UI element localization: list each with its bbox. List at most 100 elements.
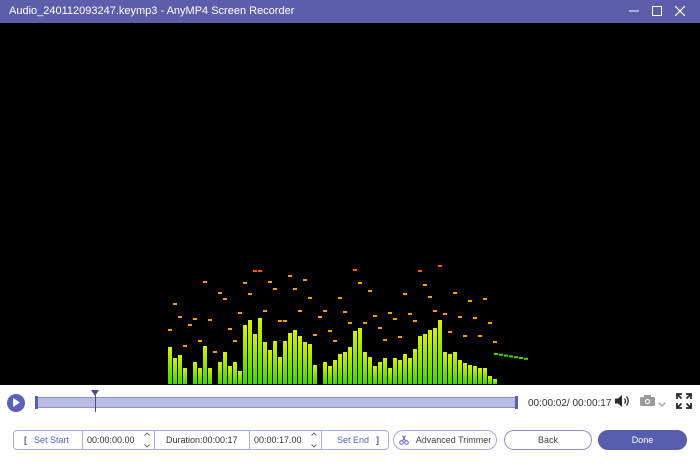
peak-marker <box>363 322 367 324</box>
end-time-stepper[interactable] <box>310 432 318 448</box>
level-bar <box>203 346 207 384</box>
level-bar <box>293 330 297 384</box>
level-bar <box>338 354 342 384</box>
peak-marker <box>218 292 222 294</box>
level-bar <box>218 362 222 384</box>
divider <box>82 431 83 449</box>
peak-marker <box>499 353 503 356</box>
level-bar <box>418 336 422 384</box>
level-bar <box>288 333 292 384</box>
play-button[interactable] <box>7 394 25 412</box>
peak-marker <box>368 290 372 292</box>
peak-marker <box>173 303 177 305</box>
level-bar <box>423 334 427 384</box>
level-bar <box>323 362 327 384</box>
level-bar <box>278 357 282 384</box>
peak-marker <box>243 282 247 284</box>
fullscreen-button[interactable] <box>675 392 693 412</box>
chevron-down-icon <box>658 394 666 412</box>
peak-marker <box>183 345 187 347</box>
peak-marker <box>463 335 467 337</box>
window-title: Audio_240112093247.keymp3 - AnyMP4 Scree… <box>9 5 295 17</box>
snapshot-options-dropdown[interactable] <box>657 397 667 409</box>
level-bar <box>298 336 302 384</box>
peak-marker <box>483 298 487 300</box>
peak-marker <box>203 281 207 283</box>
peak-marker <box>468 300 472 302</box>
trim-end-handle[interactable] <box>515 396 518 409</box>
level-bar <box>328 366 332 384</box>
play-icon <box>12 394 20 412</box>
advanced-trimmer-button[interactable]: Advanced Trimmer <box>393 430 497 450</box>
peak-marker <box>423 284 427 286</box>
peak-marker <box>448 331 452 333</box>
end-time-input[interactable] <box>252 432 314 448</box>
timeline-track[interactable] <box>35 396 518 409</box>
level-bar <box>363 352 367 384</box>
peak-marker <box>308 297 312 299</box>
level-bar <box>393 358 397 384</box>
done-button[interactable]: Done <box>598 430 687 450</box>
level-bar <box>398 360 402 384</box>
peak-marker <box>443 313 447 315</box>
peak-marker <box>524 357 528 360</box>
clip-range-group: [ Set Start Duration:00:00:17 Set End ] <box>13 430 389 450</box>
volume-button[interactable] <box>613 394 631 411</box>
level-bar <box>223 352 227 384</box>
level-bar <box>233 362 237 384</box>
level-bar <box>173 358 177 384</box>
level-bar <box>478 368 482 384</box>
start-time-input[interactable] <box>85 432 147 448</box>
peak-marker <box>228 328 232 330</box>
peak-marker <box>258 270 262 272</box>
level-bar <box>373 366 377 384</box>
peak-marker <box>233 340 237 342</box>
peak-marker <box>168 329 172 331</box>
level-bar <box>343 352 347 384</box>
level-bar <box>358 328 362 384</box>
level-bar <box>238 371 242 384</box>
divider <box>321 431 322 449</box>
level-bar <box>303 342 307 384</box>
level-bar <box>483 368 487 384</box>
camera-icon <box>639 394 656 412</box>
level-bar <box>198 368 202 384</box>
trim-row: [ Set Start Duration:00:00:17 Set End ] <box>0 430 700 452</box>
snapshot-button[interactable] <box>638 395 657 411</box>
peak-marker <box>413 320 417 322</box>
advanced-trimmer-label: Advanced Trimmer <box>415 435 492 445</box>
level-bar <box>458 360 462 384</box>
peak-marker <box>433 310 437 312</box>
duration-display: Duration:00:00:17 <box>166 435 238 445</box>
peak-marker <box>438 265 442 267</box>
level-bar <box>168 347 172 384</box>
peak-marker <box>488 322 492 324</box>
peak-marker <box>253 270 257 272</box>
level-bar <box>183 368 187 384</box>
peak-marker <box>388 312 392 314</box>
start-bracket: [ <box>24 435 27 445</box>
level-bar <box>453 352 457 384</box>
scissors-icon <box>398 435 409 445</box>
peak-marker <box>328 330 332 332</box>
peak-marker <box>348 322 352 324</box>
level-bar <box>413 349 417 384</box>
peak-marker <box>403 293 407 295</box>
start-time-stepper[interactable] <box>143 432 151 448</box>
preview-area <box>0 23 700 385</box>
peak-marker <box>343 311 347 313</box>
peak-marker <box>303 279 307 281</box>
peak-marker <box>473 317 477 319</box>
set-start-button[interactable]: Set Start <box>34 431 69 449</box>
close-button[interactable] <box>666 0 694 23</box>
back-button[interactable]: Back <box>504 430 592 450</box>
peak-marker <box>323 310 327 312</box>
peak-marker <box>338 297 342 299</box>
peak-marker <box>378 327 382 329</box>
peak-marker <box>223 298 227 300</box>
peak-marker <box>519 357 523 359</box>
set-end-button[interactable]: Set End <box>337 431 369 449</box>
peak-marker <box>453 292 457 294</box>
trim-start-handle[interactable] <box>35 396 38 409</box>
divider <box>249 431 250 449</box>
